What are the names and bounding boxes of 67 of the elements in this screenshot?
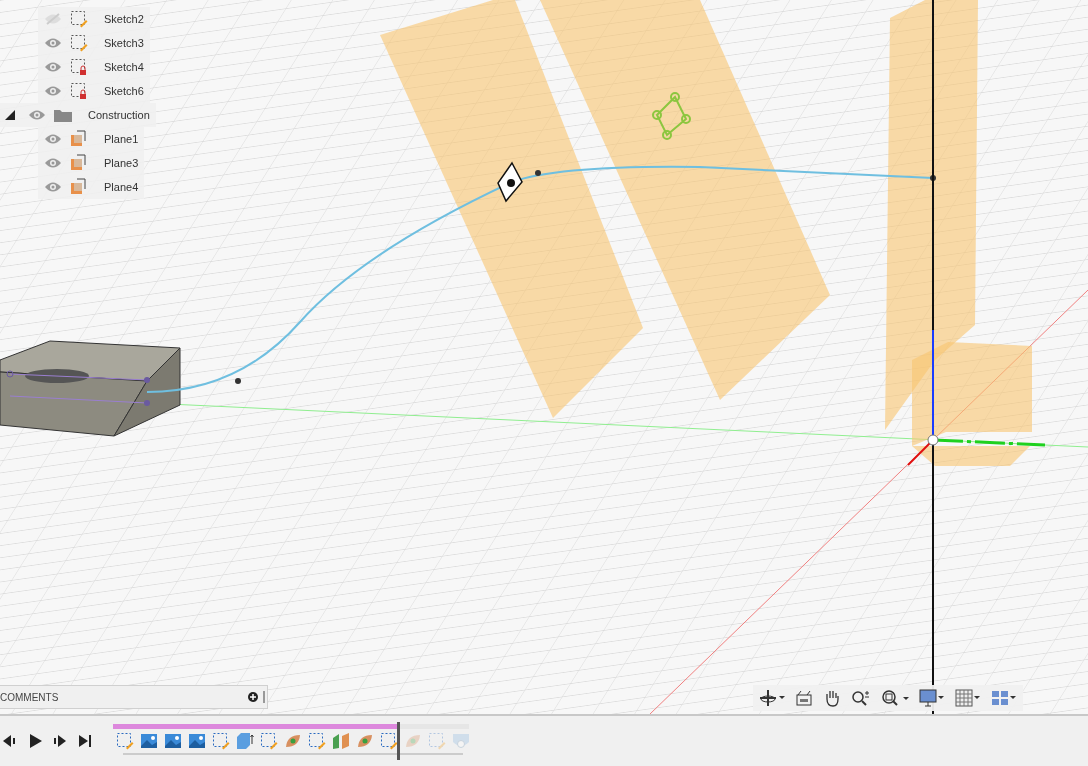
- plane-icon: [70, 178, 88, 196]
- extrude-feature-icon[interactable]: [236, 732, 254, 750]
- resize-handle[interactable]: [263, 691, 265, 703]
- browser-item[interactable]: Construction: [0, 103, 156, 127]
- display-icon[interactable]: [919, 689, 945, 707]
- eye-icon[interactable]: [44, 133, 62, 145]
- canvas-feature-icon[interactable]: [140, 732, 158, 750]
- sweep-feature-icon[interactable]: [284, 732, 302, 750]
- locked-sketch-icon: [70, 82, 88, 100]
- item-label: Sketch4: [104, 61, 144, 73]
- eye-icon[interactable]: [28, 109, 46, 121]
- browser-item[interactable]: Plane1: [38, 127, 145, 151]
- box-body-drawing[interactable]: [0, 340, 181, 437]
- item-label: Sketch6: [104, 85, 144, 97]
- grid-icon[interactable]: [955, 689, 981, 707]
- folder-icon: [54, 108, 72, 122]
- eye-icon[interactable]: [44, 181, 62, 193]
- step-forward-icon[interactable]: [52, 733, 68, 749]
- sketch-icon: [70, 34, 88, 52]
- item-label: Plane3: [104, 157, 139, 169]
- browser-item[interactable]: Sketch2: [38, 7, 150, 31]
- play-icon[interactable]: [27, 733, 43, 749]
- sketch-feature-icon[interactable]: [308, 732, 326, 750]
- sketch-feature-icon[interactable]: [380, 732, 398, 750]
- sketch-feature-icon[interactable]: [116, 732, 134, 750]
- sweep-feature-icon[interactable]: [356, 732, 374, 750]
- step-back-icon[interactable]: [2, 733, 18, 749]
- 3d-viewport[interactable]: Sketch2 Sketch3 Sketch4 Sketch6 Construction Plane1 Plane3 Plane4 COMMENTS: [0, 0, 1088, 714]
- item-label: Sketch2: [104, 13, 144, 25]
- add-icon[interactable]: [248, 692, 258, 702]
- canvas-feature-icon[interactable]: [188, 732, 206, 750]
- viewports-icon[interactable]: [991, 689, 1017, 707]
- plane-icon: [70, 154, 88, 172]
- zoom-fit-icon[interactable]: [881, 689, 909, 707]
- expand-triangle-icon[interactable]: [4, 109, 16, 121]
- go-to-end-icon[interactable]: [77, 733, 93, 749]
- sketch-feature-icon[interactable]: [260, 732, 278, 750]
- canvas-feature-icon[interactable]: [164, 732, 182, 750]
- zoom-icon[interactable]: [851, 689, 871, 707]
- sketch-icon: [70, 10, 88, 28]
- locked-sketch-icon: [70, 58, 88, 76]
- item-label: Plane1: [104, 133, 139, 145]
- hand-icon[interactable]: [823, 689, 841, 707]
- look-at-icon[interactable]: [795, 689, 813, 707]
- constraint-icon: [652, 92, 691, 140]
- orbit-icon[interactable]: [759, 689, 785, 707]
- plane-icon: [70, 130, 88, 148]
- split-feature-icon[interactable]: [332, 732, 350, 750]
- browser-item[interactable]: Sketch6: [38, 79, 150, 103]
- item-label: Sketch3: [104, 37, 144, 49]
- eye-icon[interactable]: [44, 37, 62, 49]
- browser-item[interactable]: Sketch3: [38, 31, 150, 55]
- spline-point[interactable]: [930, 175, 936, 181]
- eye-icon[interactable]: [44, 61, 62, 73]
- spline-point[interactable]: [235, 378, 241, 384]
- frame-point-icon[interactable]: [497, 161, 523, 203]
- browser-item[interactable]: Plane3: [38, 151, 145, 175]
- item-label: Plane4: [104, 181, 139, 193]
- eye-icon[interactable]: [44, 85, 62, 97]
- sketch-feature-icon[interactable]: [212, 732, 230, 750]
- comments-title: COMMENTS: [0, 691, 60, 703]
- browser-item[interactable]: Plane4: [38, 175, 145, 199]
- timeline-marker[interactable]: [397, 722, 400, 760]
- browser-item[interactable]: Sketch4: [38, 55, 150, 79]
- eye-icon[interactable]: [44, 157, 62, 169]
- spline-point[interactable]: [535, 170, 541, 176]
- item-label: Construction: [88, 109, 150, 121]
